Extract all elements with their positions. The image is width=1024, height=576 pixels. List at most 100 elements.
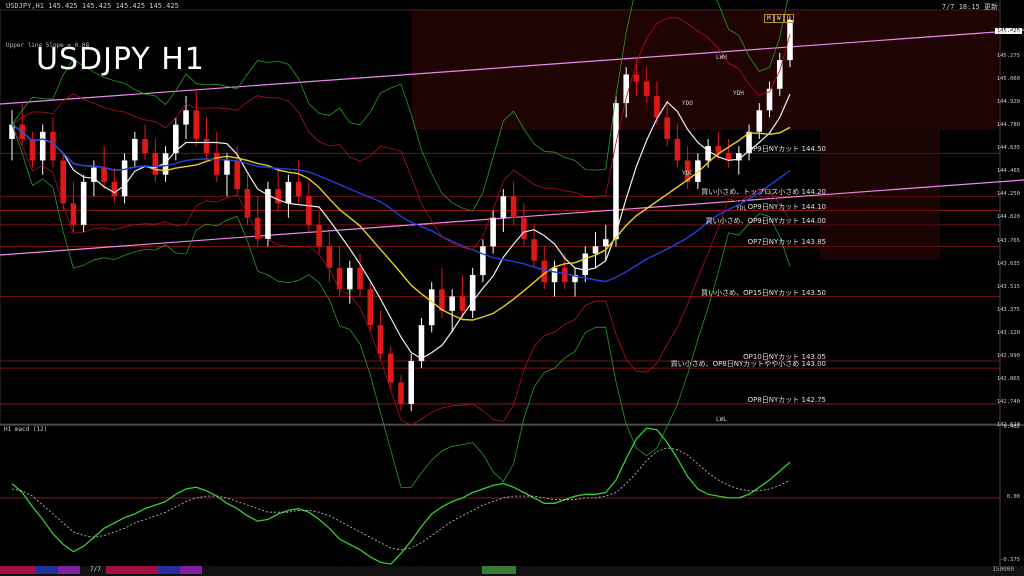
candle-body xyxy=(633,74,640,82)
candle-body xyxy=(224,160,230,175)
price-tick-label: 143.515 xyxy=(996,283,1020,290)
status-date: 7/7 xyxy=(90,566,101,573)
macd-panel-label: H1 macd (12) xyxy=(4,426,48,433)
box-label-ydo: YDO xyxy=(682,100,693,107)
candle-body xyxy=(643,81,650,96)
candle-body xyxy=(295,181,302,197)
price-tick-label: 145.425 xyxy=(996,30,1020,36)
option-cut-note: 買い小さめ、トップロス小さめ 144.20 xyxy=(701,188,826,197)
status-segment xyxy=(482,566,516,574)
candle-body xyxy=(132,138,138,161)
badge-d: D xyxy=(784,14,794,23)
candle-body xyxy=(213,153,220,175)
candle-body xyxy=(285,181,292,204)
badge-w: W xyxy=(774,14,784,23)
candle-body xyxy=(562,267,568,283)
price-tick-label: 143.375 xyxy=(996,306,1020,313)
status-segment xyxy=(106,566,158,574)
price-tick-label: 144.635 xyxy=(996,145,1020,152)
candle-body xyxy=(357,267,363,290)
clock-suffix: 更新 xyxy=(984,3,998,11)
candle-body xyxy=(203,138,210,154)
candle-body xyxy=(193,110,200,139)
macd-tick-label: 0.00 xyxy=(1006,493,1020,500)
price-tick-label: 142.740 xyxy=(996,398,1020,405)
option-cut-note: OP9日NYカット 144.50 xyxy=(747,145,826,154)
candle-body xyxy=(705,146,711,161)
candle-body xyxy=(111,181,118,197)
candle-body xyxy=(387,353,394,383)
candle-body xyxy=(183,110,189,125)
signal-line xyxy=(11,447,791,551)
option-cut-note: OP8日NYカット 142.75 xyxy=(747,395,826,404)
candle-body xyxy=(664,117,670,139)
price-tick-label: 144.465 xyxy=(996,168,1020,175)
clock-time: 7/7 18:15 xyxy=(941,3,980,11)
price-tick-label: 144.020 xyxy=(996,214,1020,221)
macd-tick-label: -0.375 xyxy=(1000,557,1020,563)
candle-body xyxy=(531,239,537,261)
candle-body xyxy=(101,167,107,182)
chart-title: USDJPY H1 xyxy=(36,42,205,77)
candle-body xyxy=(408,360,415,404)
candle-body xyxy=(459,296,466,311)
ichimoku-cloud xyxy=(820,130,940,260)
ichimoku-cloud xyxy=(412,10,1000,130)
candle-body xyxy=(490,217,496,247)
candle-body xyxy=(674,138,681,161)
price-tick-label: 143.635 xyxy=(996,260,1020,267)
candle-body xyxy=(500,196,507,218)
price-tick-label: 145.275 xyxy=(996,53,1020,60)
box-label-ydc: YDC xyxy=(682,170,693,177)
candle-body xyxy=(428,289,435,326)
status-segment xyxy=(158,566,180,574)
option-cut-note: 買い小さめ、OP15日NYカット 143.50 xyxy=(701,288,826,297)
price-tick-label: 144.920 xyxy=(996,99,1020,106)
candle-body xyxy=(602,239,609,247)
candle-body xyxy=(121,160,128,197)
option-cut-note: 買い小さめ、OP8日NYカットやや小さめ 143.00 xyxy=(670,360,826,369)
price-tick-label: 144.780 xyxy=(996,122,1020,129)
status-segment xyxy=(180,566,202,574)
box-label-ydh: YDH xyxy=(733,90,744,97)
ma-short-line xyxy=(11,93,791,360)
candle-body xyxy=(469,275,476,311)
candle-body xyxy=(377,325,384,354)
candle-body xyxy=(60,160,66,204)
price-tick-label: 142.990 xyxy=(996,352,1020,359)
symbol-info-line: USDJPY,H1 145.425 145.425 145.425 145.42… xyxy=(6,2,179,10)
candle-body xyxy=(142,138,148,154)
status-segment xyxy=(58,566,80,574)
box-label-lwh: LWH xyxy=(716,54,727,61)
price-tick-label: 143.765 xyxy=(996,237,1020,244)
candle-body xyxy=(398,382,404,404)
candle-body xyxy=(80,181,87,225)
candle-body xyxy=(265,189,271,240)
price-tick-label: 144.250 xyxy=(996,191,1020,198)
candle-body xyxy=(234,160,240,190)
candle-body xyxy=(449,296,455,311)
candle-body xyxy=(521,217,527,240)
box-label-lwl: LWL xyxy=(716,416,727,423)
price-tick-label: 143.120 xyxy=(996,329,1020,336)
candle-body xyxy=(326,246,333,268)
candle-body xyxy=(551,267,558,283)
badge-m: M xyxy=(764,14,774,23)
option-cut-note: 買い小さめ、OP9日NYカット 144.00 xyxy=(705,216,826,225)
macd-tick-label: 0.402 xyxy=(1003,424,1020,430)
price-chart xyxy=(0,0,1024,566)
clock-readout: 7/7 18:15 更新 xyxy=(942,2,998,12)
candle-body xyxy=(510,196,517,218)
candle-body xyxy=(367,289,374,326)
price-tick-label: 142.865 xyxy=(996,375,1020,382)
status-right: 150000 xyxy=(992,566,1014,573)
candle-body xyxy=(316,224,322,247)
candle-body xyxy=(418,325,425,361)
candle-body xyxy=(654,95,660,118)
candle-body xyxy=(152,153,159,175)
status-segment xyxy=(36,566,58,574)
candle-body xyxy=(29,138,36,161)
option-cut-note: OP7日NYカット 143.85 xyxy=(747,238,826,247)
ma-long-line xyxy=(11,124,791,283)
candle-body xyxy=(613,103,619,240)
